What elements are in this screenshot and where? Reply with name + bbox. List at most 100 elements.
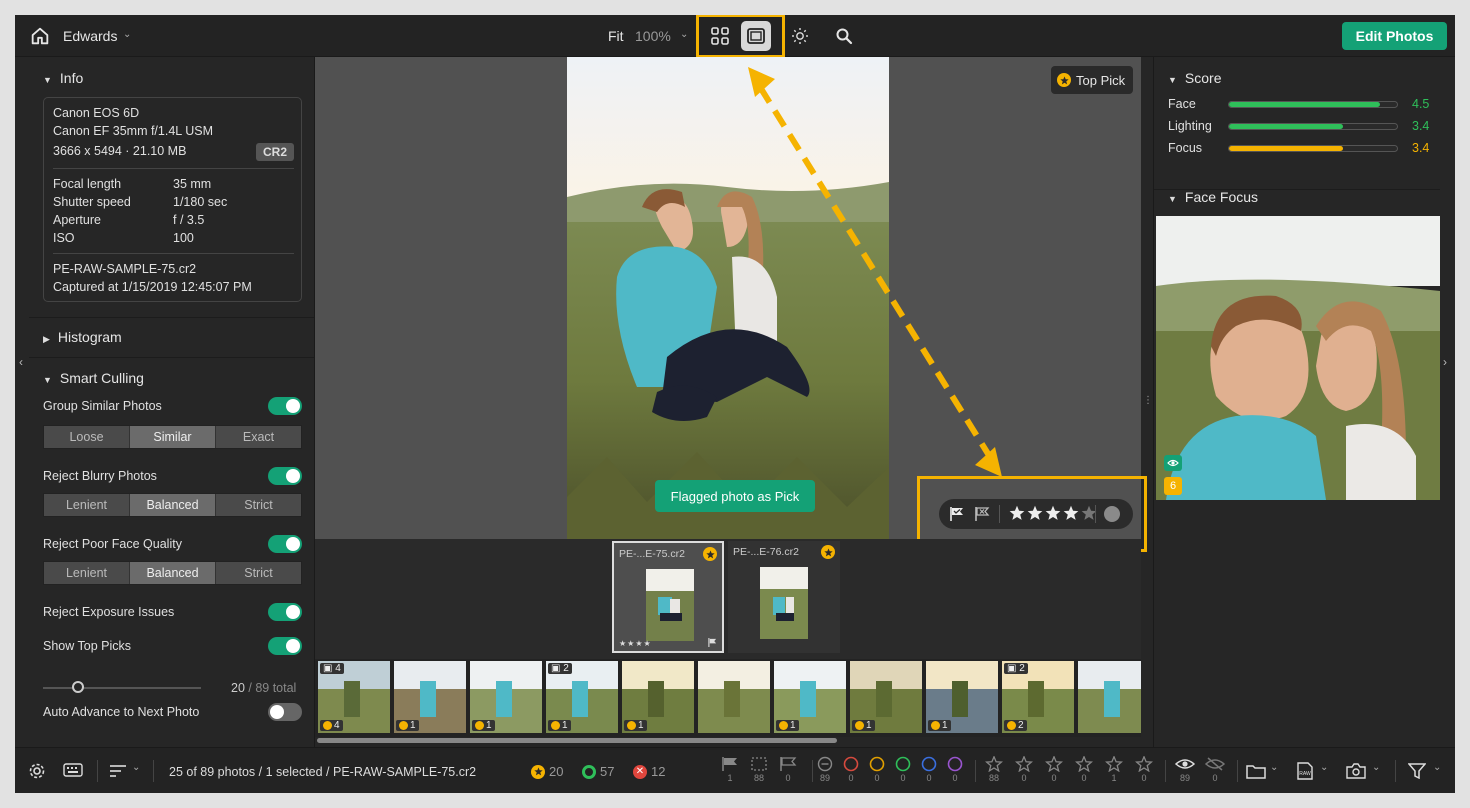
- seg-lenient[interactable]: Lenient: [44, 562, 130, 584]
- reject-exposure-toggle[interactable]: [268, 603, 302, 621]
- filmstrip-group: PE-...E-75.cr2 ★★★★ PE-...E-76.cr2: [315, 539, 1141, 659]
- top-picks-count[interactable]: 20: [531, 764, 563, 779]
- star-badge-icon: [855, 721, 864, 730]
- seg-lenient[interactable]: Lenient: [44, 494, 130, 516]
- star-filter[interactable]: 1: [1105, 756, 1123, 783]
- show-top-picks-toggle[interactable]: [268, 637, 302, 655]
- seg-balanced[interactable]: Balanced: [130, 494, 216, 516]
- filmstrip-scrollbar[interactable]: [317, 738, 837, 743]
- fit-button[interactable]: Fit: [608, 28, 624, 44]
- keyboard-icon[interactable]: [63, 763, 83, 777]
- rating-star-icon[interactable]: [1063, 505, 1079, 524]
- seg-loose[interactable]: Loose: [44, 426, 130, 448]
- star-filter[interactable]: 0: [1135, 756, 1153, 783]
- flag-filter[interactable]: 88: [750, 756, 768, 783]
- face-focus-section-header[interactable]: ▼ Face Focus: [1168, 189, 1258, 205]
- filmstrip-thumbnail[interactable]: 1: [850, 661, 922, 733]
- color-filter[interactable]: 0: [895, 756, 911, 783]
- reject-flag-icon[interactable]: [974, 506, 990, 522]
- color-filter[interactable]: 0: [843, 756, 859, 783]
- top-picks-count: 20 / 89 total: [231, 681, 296, 695]
- info-section-header[interactable]: ▼ Info: [43, 70, 83, 86]
- top-toolbar: Edwards ⌄ Fit 100% ⌄ Edit Photos: [15, 15, 1455, 58]
- filmstrip-thumbnail[interactable]: ▣ 2 1: [546, 661, 618, 733]
- film-card[interactable]: PE-...E-75.cr2 ★★★★: [612, 541, 724, 653]
- rating-star-icon[interactable]: [1027, 505, 1043, 524]
- filmstrip-thumbnail[interactable]: ▣ 2 2: [1002, 661, 1074, 733]
- filmstrip-thumbnail[interactable]: 1: [622, 661, 694, 733]
- color-label-dot[interactable]: [1104, 506, 1120, 522]
- filmstrip-thumbnail[interactable]: 1: [394, 661, 466, 733]
- chevron-down-icon[interactable]: ⌄: [132, 762, 140, 773]
- chevron-down-icon[interactable]: ⌄: [1372, 762, 1380, 773]
- score-section-header[interactable]: ▼ Score: [1168, 70, 1222, 86]
- color-filter[interactable]: 89: [817, 756, 833, 783]
- visibility-filter[interactable]: 89: [1175, 756, 1195, 783]
- reject-face-toggle[interactable]: [268, 535, 302, 553]
- folder-icon[interactable]: [1246, 763, 1266, 779]
- visibility-filter[interactable]: 0: [1205, 756, 1225, 783]
- color-filter[interactable]: 0: [921, 756, 937, 783]
- seg-balanced[interactable]: Balanced: [130, 562, 216, 584]
- score-bar: [1228, 123, 1398, 130]
- camera-icon[interactable]: [1346, 763, 1366, 779]
- rating-star-icon[interactable]: [1009, 505, 1025, 524]
- rating-star-icon[interactable]: [1045, 505, 1061, 524]
- filmstrip-thumbnail[interactable]: 1: [926, 661, 998, 733]
- star-rating[interactable]: [1009, 505, 1097, 524]
- zoom-level[interactable]: 100%: [635, 28, 671, 44]
- home-icon[interactable]: [29, 25, 51, 47]
- chevron-down-icon[interactable]: ⌄: [123, 29, 131, 40]
- filmstrip-thumbnail[interactable]: 1: [470, 661, 542, 733]
- score-value: 3.4: [1412, 141, 1430, 155]
- film-card[interactable]: PE-...E-76.cr2: [728, 541, 840, 653]
- auto-advance-toggle[interactable]: [268, 703, 302, 721]
- seg-exact[interactable]: Exact: [216, 426, 301, 448]
- seg-strict[interactable]: Strict: [216, 494, 301, 516]
- sort-icon[interactable]: [109, 764, 127, 778]
- library-name[interactable]: Edwards: [63, 28, 117, 44]
- reject-blurry-toggle[interactable]: [268, 467, 302, 485]
- seg-similar[interactable]: Similar: [130, 426, 216, 448]
- filmstrip-thumbnail[interactable]: ▣ 4 4: [318, 661, 390, 733]
- divider: [975, 760, 976, 782]
- star-filter[interactable]: 0: [1045, 756, 1063, 783]
- filmstrip-thumbnail[interactable]: [1078, 661, 1141, 733]
- filmstrip-thumbnail[interactable]: 1: [774, 661, 846, 733]
- smart-culling-section-header[interactable]: ▼ Smart Culling: [43, 370, 144, 386]
- filter-count: 0: [1021, 773, 1027, 783]
- top-picks-value: 20: [231, 681, 245, 695]
- group-similar-toggle[interactable]: [268, 397, 302, 415]
- star-filter[interactable]: 88: [985, 756, 1003, 783]
- chevron-down-icon[interactable]: ⌄: [680, 29, 688, 40]
- face-focus-image[interactable]: [1156, 216, 1440, 500]
- search-button[interactable]: [829, 21, 859, 51]
- color-filter[interactable]: 0: [947, 756, 963, 783]
- flag-filter[interactable]: 0: [779, 756, 797, 783]
- divider: [153, 760, 154, 782]
- edit-photos-button[interactable]: Edit Photos: [1342, 22, 1447, 50]
- star-filter[interactable]: 0: [1015, 756, 1033, 783]
- raw-file-icon[interactable]: RAW: [1295, 762, 1315, 780]
- star-filter[interactable]: 0: [1075, 756, 1093, 783]
- pick-flag-icon[interactable]: [949, 506, 965, 522]
- flag-filter[interactable]: 1: [721, 756, 739, 783]
- color-filter[interactable]: 0: [869, 756, 885, 783]
- collapse-left-panel-icon[interactable]: ‹: [19, 355, 23, 369]
- accepted-count[interactable]: 57: [582, 764, 614, 779]
- chevron-down-icon[interactable]: ⌄: [1270, 762, 1278, 773]
- rating-toolbar: [939, 499, 1133, 529]
- top-picks-slider-handle[interactable]: [71, 681, 84, 693]
- face-count-badge: 6: [1164, 477, 1182, 495]
- chevron-down-icon[interactable]: ⌄: [1433, 762, 1441, 773]
- seg-strict[interactable]: Strict: [216, 562, 301, 584]
- expand-right-panel-icon[interactable]: ›: [1443, 355, 1447, 369]
- filmstrip-thumbnail[interactable]: [698, 661, 770, 733]
- chevron-down-icon[interactable]: ⌄: [1320, 762, 1328, 773]
- histogram-section-header[interactable]: ▶ Histogram: [43, 329, 122, 345]
- brightness-button[interactable]: [785, 21, 815, 51]
- gear-icon[interactable]: [28, 762, 46, 780]
- rejected-count[interactable]: ✕ 12: [633, 764, 665, 779]
- top-picks-slider[interactable]: [43, 687, 201, 689]
- filter-icon[interactable]: [1408, 763, 1426, 779]
